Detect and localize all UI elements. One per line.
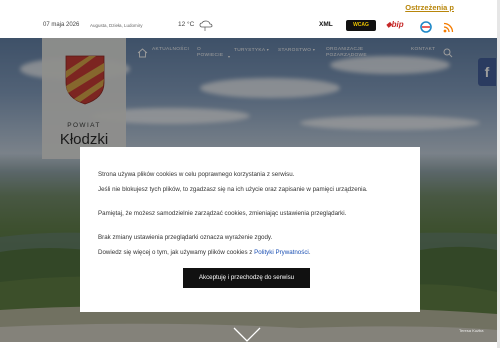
- xml-link[interactable]: XML: [319, 21, 333, 28]
- scroll-down-icon[interactable]: [232, 327, 262, 348]
- bip-link[interactable]: ⬥bip: [386, 20, 404, 30]
- cookie-text-5: Dowiedz się więcej o tym, jak używamy pl…: [98, 248, 403, 257]
- cookie-text-1: Strona używa plików cookies w celu popra…: [98, 171, 295, 178]
- cookie-text-5-end: .: [308, 249, 311, 256]
- top-bar: Ostrzeżenia p 07 maja 2026 Augusta, Dzie…: [0, 0, 500, 38]
- cloud-icon: [199, 19, 213, 37]
- privacy-policy-link[interactable]: Polityki Prywatności: [254, 249, 309, 256]
- cookie-text-5-start: Dowiedz się więcej o tym, jak używamy pl…: [98, 249, 255, 256]
- cookie-dialog: Strona używa plików cookies w celu popra…: [80, 147, 420, 312]
- current-date: 07 maja 2026: [43, 22, 80, 28]
- wcag-link[interactable]: WCAG: [346, 20, 376, 31]
- cookie-text-2: Jeśli nie blokujesz tych plików, to zgad…: [98, 186, 368, 193]
- cookie-text-3: Pamiętaj, że możesz samodzielnie zarządz…: [98, 210, 347, 217]
- cookie-text-4: Brak zmiany ustawienia przeglądarki ozna…: [98, 234, 273, 241]
- rss-icon[interactable]: [443, 20, 454, 38]
- temperature: 12 °C: [178, 21, 195, 28]
- epuap-icon[interactable]: [419, 20, 433, 38]
- bip-label: bip: [391, 20, 404, 29]
- name-days: Augusta, Dzieła, Ludomiry: [90, 23, 143, 28]
- photo-credit: Teresa Kuźba: [459, 328, 484, 333]
- warnings-link[interactable]: Ostrzeżenia p: [405, 3, 454, 12]
- accept-cookies-button[interactable]: Akceptuję i przechodzę do serwisu: [183, 268, 310, 288]
